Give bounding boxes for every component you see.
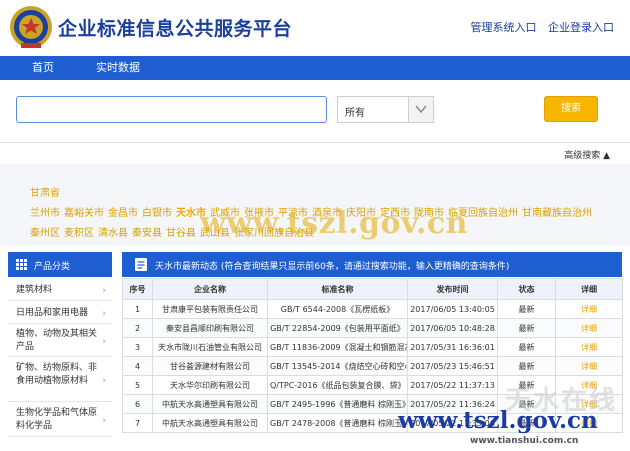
- table-row: 2 秦安县昌顺印刷有限公司 GB/T 22854-2009《包装用平面纸》 2017/…: [122, 318, 623, 338]
- cell-standard: GB/T 13545-2014《烧结空心砖和空心砌…: [267, 356, 408, 376]
- document-icon: [135, 258, 147, 271]
- cell-detail[interactable]: 详细: [555, 356, 623, 376]
- sidebar-item-label: 生物化学品和气体原料化学品: [16, 408, 98, 431]
- city-link[interactable]: 金昌市: [108, 208, 138, 219]
- cell-company: 中航天水高通塑具有限公司: [152, 394, 268, 414]
- city-link[interactable]: 秦州区: [30, 228, 60, 239]
- sidebar-item-plants-animals[interactable]: 植物、动物及其相关产品 ›: [8, 325, 112, 357]
- cell-company: 甘谷荟源建材有限公司: [152, 356, 268, 376]
- cell-detail[interactable]: 详细: [555, 318, 623, 338]
- province-label: 甘肃省: [30, 188, 60, 199]
- search-button[interactable]: 搜索: [544, 96, 598, 122]
- watermark-center: www.tszl.gov.cn: [200, 206, 468, 241]
- cell-status: 最新: [497, 337, 556, 357]
- advanced-search-row: 高级搜索 ▲: [0, 142, 630, 164]
- admin-entry-link[interactable]: 管理系统入口: [471, 21, 537, 34]
- category-sidebar: 产品分类 建筑材料 › 日用品和家用电器 › 植物、动物及其相关产品 › 矿物、纺物原…: [8, 252, 112, 451]
- scope-select[interactable]: 所有: [337, 96, 434, 123]
- city-link[interactable]: 兰州市: [30, 208, 60, 219]
- col-detail: 详细: [555, 278, 623, 300]
- search-area: 所有 搜索: [0, 80, 630, 142]
- city-link[interactable]: 甘谷县: [166, 228, 196, 239]
- enterprise-login-link[interactable]: 企业登录入口: [548, 21, 614, 34]
- chevron-right-icon: ›: [102, 336, 106, 347]
- chevron-right-icon: ›: [102, 415, 106, 426]
- cell-company: 甘肃康平包装有限责任公司: [152, 299, 268, 319]
- cell-standard: GB/T 22854-2009《包装用平面纸》: [267, 318, 408, 338]
- watermark-small: www.tianshui.com.cn: [470, 436, 579, 446]
- grid-icon: [16, 259, 27, 270]
- national-emblem-icon: [10, 6, 52, 48]
- city-link[interactable]: 白银市: [142, 208, 172, 219]
- cell-index: 7: [122, 413, 153, 433]
- city-link[interactable]: 嘉峪关市: [64, 208, 104, 219]
- scope-select-value: 所有: [345, 108, 365, 119]
- cell-status: 最新: [497, 356, 556, 376]
- cell-detail[interactable]: 详细: [555, 299, 623, 319]
- chevron-right-icon: ›: [102, 375, 106, 386]
- cell-status: 最新: [497, 299, 556, 319]
- city-link[interactable]: 清水县: [98, 228, 128, 239]
- top-links: 管理系统入口 企业登录入口: [463, 19, 615, 35]
- cell-standard: GB/T 6544-2008《瓦楞纸板》: [267, 299, 408, 319]
- table-row: 4甘谷荟源建材有限公司GB/T 13545-2014《烧结空心砖和空心砌…201…: [122, 356, 623, 376]
- cell-date: 2017/05/23 15:46:51: [407, 356, 498, 376]
- panel-header: 天水市最新动态 (符合查询结果只显示前60条，请通过搜索功能，输入更精确的查询条…: [122, 252, 622, 277]
- city-link[interactable]: 秦安县: [132, 228, 162, 239]
- panel-notice: 天水市最新动态 (符合查询结果只显示前60条，请通过搜索功能，输入更精确的查询条…: [155, 262, 510, 272]
- cell-date: 2017/05/22 11:37:13: [407, 375, 498, 395]
- table-row: 3天水市陇川石油管业有限公司GB/T 11836-2009《混凝土和钢筋混凝土……: [122, 337, 623, 357]
- sidebar-item-minerals[interactable]: 矿物、纺物原料、非食用动植物原材料 ›: [8, 358, 112, 402]
- cell-index: 5: [122, 375, 153, 395]
- cell-company: 天水市陇川石油管业有限公司: [152, 337, 268, 357]
- nav-realtime-data[interactable]: 实时数据: [96, 56, 140, 80]
- cell-detail[interactable]: 详细: [555, 337, 623, 357]
- cell-index: 2: [122, 318, 153, 338]
- chevron-down-icon[interactable]: [408, 97, 433, 122]
- sidebar-item-label: 建筑材料: [16, 285, 53, 295]
- sidebar-item-label: 日用品和家用电器: [16, 308, 89, 318]
- col-standard: 标准名称: [267, 278, 408, 300]
- cell-index: 6: [122, 394, 153, 414]
- col-company: 企业名称: [152, 278, 268, 300]
- advanced-search-link[interactable]: 高级搜索 ▲: [564, 148, 610, 161]
- city-link[interactable]: 麦积区: [64, 228, 94, 239]
- cell-date: 2017/06/05 13:40:05: [407, 299, 498, 319]
- sidebar-item-label: 矿物、纺物原料、非食用动植物原材料: [16, 363, 98, 386]
- chevron-right-icon: ›: [102, 285, 106, 296]
- cell-index: 1: [122, 299, 153, 319]
- watermark-bottom: www.tszl.gov.cn: [398, 407, 598, 434]
- cell-index: 3: [122, 337, 153, 357]
- table-row: 1 甘肃康平包装有限责任公司 GB/T 6544-2008《瓦楞纸板》 2017/06…: [122, 299, 623, 319]
- cell-date: 2017/05/31 16:36:01: [407, 337, 498, 357]
- search-input[interactable]: [16, 96, 327, 123]
- cell-standard: Q/TPC-2016《纸品包装复合膜、袋》: [267, 375, 408, 395]
- chevron-right-icon: ›: [102, 308, 106, 319]
- main-nav: 首页 实时数据: [0, 56, 630, 80]
- cell-status: 最新: [497, 318, 556, 338]
- sidebar-item-household[interactable]: 日用品和家用电器 ›: [8, 302, 112, 324]
- cell-date: 2017/06/05 10:48:28: [407, 318, 498, 338]
- nav-home[interactable]: 首页: [32, 56, 54, 80]
- cell-company: 天水华尔印刷有限公司: [152, 375, 268, 395]
- table-header-row: 序号 企业名称 标准名称 发布时间 状态 详细: [122, 278, 623, 300]
- site-header: 企业标准信息公共服务平台 管理系统入口 企业登录入口: [0, 0, 630, 56]
- sidebar-item-label: 植物、动物及其相关产品: [16, 329, 98, 352]
- city-link[interactable]: 甘南藏族自治州: [522, 208, 592, 219]
- col-index: 序号: [122, 278, 153, 300]
- col-status: 状态: [497, 278, 556, 300]
- site-title: 企业标准信息公共服务平台: [58, 18, 293, 40]
- cell-company: 中航天水高通塑具有限公司: [152, 413, 268, 433]
- sidebar-item-chemicals[interactable]: 生物化学品和气体原料化学品 ›: [8, 403, 112, 437]
- cell-company: 秦安县昌顺印刷有限公司: [152, 318, 268, 338]
- sidebar-title: 产品分类: [34, 262, 71, 272]
- cell-standard: GB/T 2495-1996《普通磨料 棕刚玉》: [267, 394, 408, 414]
- cell-standard: GB/T 11836-2009《混凝土和钢筋混凝土…: [267, 337, 408, 357]
- col-date: 发布时间: [407, 278, 498, 300]
- cell-index: 4: [122, 356, 153, 376]
- sidebar-item-building-materials[interactable]: 建筑材料 ›: [8, 279, 112, 301]
- sidebar-header: 产品分类: [8, 252, 112, 277]
- cell-standard: GB/T 2478-2008《普通磨料 棕刚玉》: [267, 413, 408, 433]
